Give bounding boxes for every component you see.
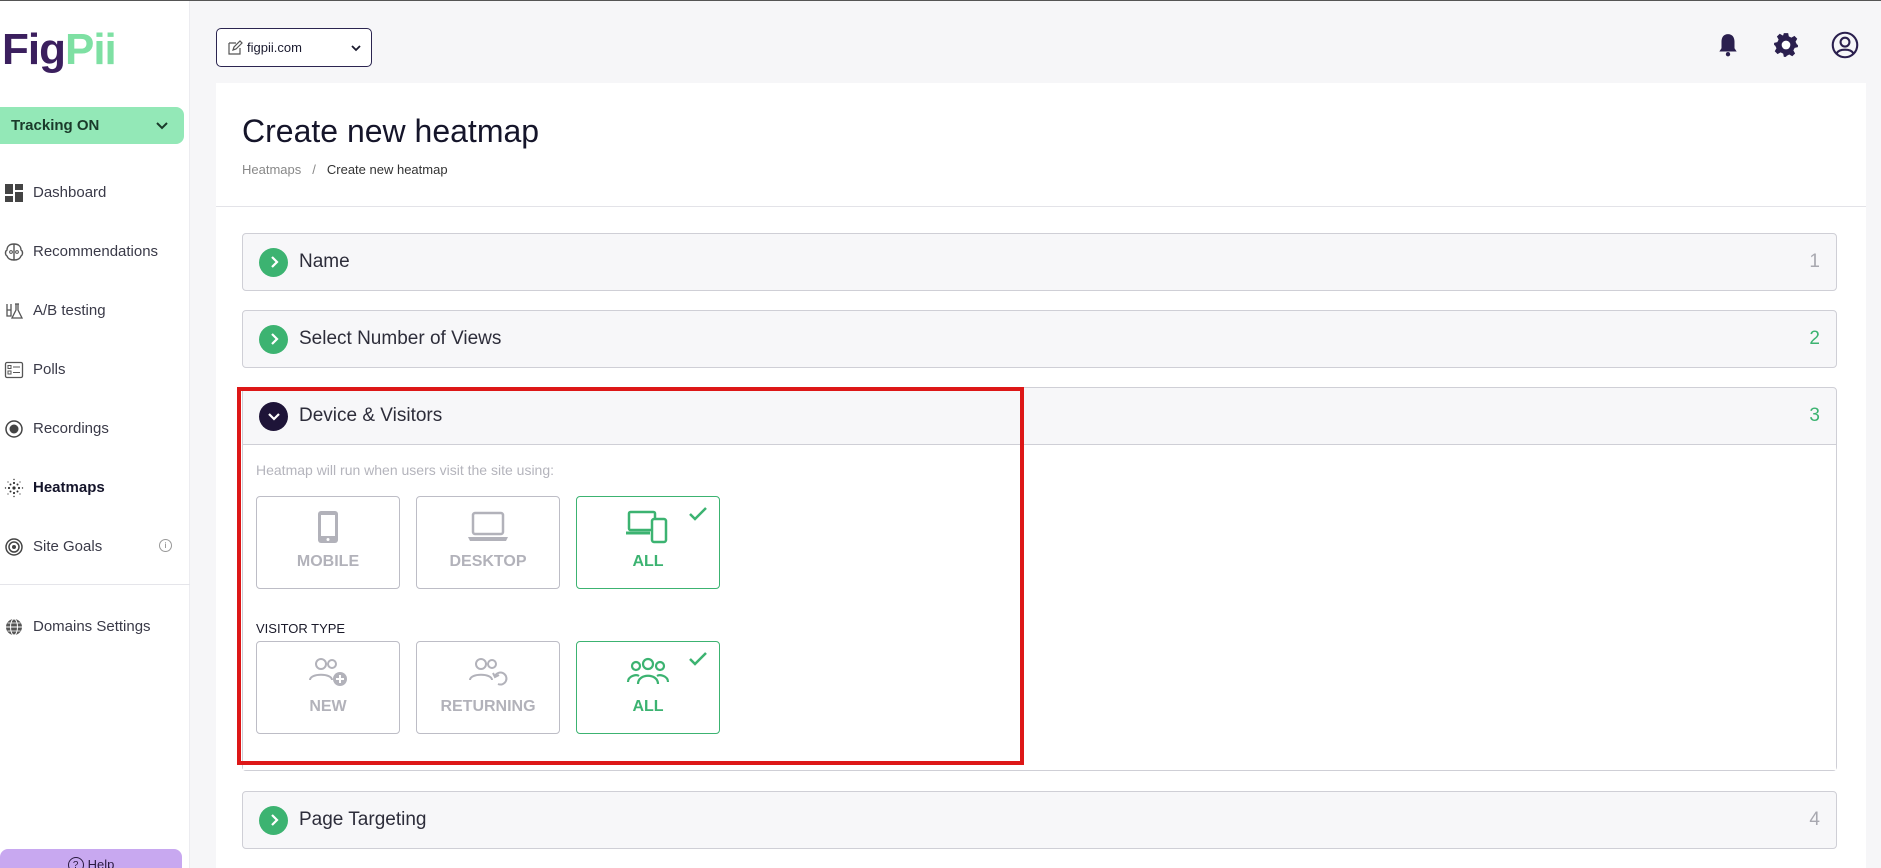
domain-value: figpii.com bbox=[247, 40, 302, 55]
breadcrumb: Heatmaps / Create new heatmap bbox=[242, 162, 448, 177]
sidebar-item-label: A/B testing bbox=[33, 302, 106, 319]
sidebar-nav: Dashboard Recommendations A/B testing Po… bbox=[0, 163, 190, 576]
section-title: Select Number of Views bbox=[299, 328, 502, 349]
sidebar-domains: Domains Settings bbox=[0, 597, 190, 656]
section-device-body: Heatmap will run when users visit the si… bbox=[243, 444, 1836, 770]
visitor-option-returning[interactable]: RETURNING bbox=[416, 641, 560, 734]
option-label: RETURNING bbox=[440, 698, 536, 715]
section-device-visitors: Device & Visitors 3 Heatmap will run whe… bbox=[242, 387, 1837, 771]
chevron-down-icon bbox=[156, 122, 168, 130]
option-label: ALL bbox=[632, 698, 664, 715]
section-targeting-header[interactable]: Page Targeting 4 bbox=[243, 792, 1836, 848]
section-device-header[interactable]: Device & Visitors 3 bbox=[243, 388, 1836, 444]
flask-icon bbox=[4, 301, 24, 321]
target-icon bbox=[4, 537, 24, 557]
section-title: Device & Visitors bbox=[299, 405, 443, 426]
notification-bell-icon[interactable] bbox=[1712, 29, 1744, 61]
brain-icon bbox=[4, 242, 24, 262]
tracking-label: Tracking ON bbox=[11, 117, 100, 134]
sidebar-item-label: Heatmaps bbox=[33, 479, 105, 496]
sidebar-item-dashboard[interactable]: Dashboard bbox=[0, 163, 190, 222]
sidebar-item-label: Dashboard bbox=[33, 184, 107, 201]
chevron-down-icon bbox=[259, 401, 288, 431]
group-users-icon bbox=[626, 654, 670, 690]
user-avatar-icon[interactable] bbox=[1829, 29, 1861, 61]
section-views: Select Number of Views 2 bbox=[242, 310, 1837, 368]
mobile-icon bbox=[316, 509, 340, 545]
section-views-header[interactable]: Select Number of Views 2 bbox=[243, 311, 1836, 367]
sidebar-item-recordings[interactable]: Recordings bbox=[0, 399, 190, 458]
heatmap-icon bbox=[4, 478, 24, 498]
header-divider bbox=[216, 206, 1866, 207]
gear-icon[interactable] bbox=[1770, 29, 1802, 61]
globe-icon bbox=[4, 617, 24, 637]
section-page-targeting: Page Targeting 4 bbox=[242, 791, 1837, 849]
sidebar: FigPii Tracking ON Dashboard Recommendat… bbox=[0, 1, 190, 868]
new-users-icon bbox=[307, 654, 349, 690]
sidebar-item-domains-settings[interactable]: Domains Settings bbox=[0, 597, 190, 656]
section-title: Name bbox=[299, 251, 350, 272]
chevron-down-icon bbox=[351, 45, 361, 52]
poll-icon bbox=[4, 360, 24, 380]
device-hint: Heatmap will run when users visit the si… bbox=[256, 462, 555, 478]
section-title: Page Targeting bbox=[299, 809, 427, 830]
checkmark-icon bbox=[689, 507, 707, 521]
device-option-desktop[interactable]: DESKTOP bbox=[416, 496, 560, 589]
option-label: NEW bbox=[309, 698, 347, 715]
visitor-type-label: VISITOR TYPE bbox=[256, 621, 346, 636]
option-label: DESKTOP bbox=[449, 553, 527, 570]
devices-icon bbox=[626, 509, 670, 545]
sidebar-item-label: Polls bbox=[33, 361, 66, 378]
page-title: Create new heatmap bbox=[242, 113, 540, 149]
chevron-right-icon bbox=[259, 324, 288, 354]
figpii-logo[interactable]: FigPii bbox=[2, 25, 117, 75]
sidebar-item-heatmaps[interactable]: Heatmaps bbox=[0, 458, 190, 517]
section-name-header[interactable]: Name 1 bbox=[243, 234, 1836, 290]
help-button[interactable]: ? Help bbox=[0, 849, 182, 868]
sidebar-item-ab-testing[interactable]: A/B testing bbox=[0, 281, 190, 340]
chevron-right-icon bbox=[259, 805, 288, 835]
sidebar-item-label: Recommendations bbox=[33, 243, 159, 260]
section-number: 3 bbox=[1809, 405, 1820, 426]
option-label: MOBILE bbox=[296, 553, 360, 570]
section-number: 2 bbox=[1809, 328, 1820, 349]
breadcrumb-separator: / bbox=[312, 162, 316, 177]
returning-users-icon bbox=[467, 654, 509, 690]
tracking-toggle[interactable]: Tracking ON bbox=[0, 107, 184, 144]
sidebar-item-site-goals[interactable]: Site Goals i bbox=[0, 517, 190, 576]
checkmark-icon bbox=[689, 652, 707, 666]
laptop-icon bbox=[466, 509, 510, 545]
edit-icon bbox=[228, 39, 243, 55]
sidebar-item-polls[interactable]: Polls bbox=[0, 340, 190, 399]
breadcrumb-heatmaps[interactable]: Heatmaps bbox=[242, 162, 301, 177]
device-option-mobile[interactable]: MOBILE bbox=[256, 496, 400, 589]
domain-select[interactable]: figpii.com bbox=[216, 28, 372, 67]
sidebar-item-label: Site Goals bbox=[33, 538, 103, 555]
sidebar-item-label: Recordings bbox=[33, 420, 109, 437]
breadcrumb-current: Create new heatmap bbox=[326, 162, 448, 177]
device-option-all[interactable]: ALL bbox=[576, 496, 720, 589]
sidebar-divider bbox=[0, 584, 190, 585]
dashboard-icon bbox=[4, 183, 24, 203]
info-icon[interactable]: i bbox=[159, 539, 172, 552]
section-number: 1 bbox=[1809, 251, 1820, 272]
visitor-option-new[interactable]: NEW bbox=[256, 641, 400, 734]
chevron-right-icon bbox=[259, 247, 288, 277]
visitor-option-all[interactable]: ALL bbox=[576, 641, 720, 734]
sidebar-item-label: Domains Settings bbox=[33, 618, 151, 635]
help-label: Help bbox=[87, 857, 115, 868]
section-name: Name 1 bbox=[242, 233, 1837, 291]
option-label: ALL bbox=[632, 553, 664, 570]
section-number: 4 bbox=[1809, 809, 1820, 830]
question-icon: ? bbox=[67, 857, 84, 868]
record-icon bbox=[4, 419, 24, 439]
sidebar-item-recommendations[interactable]: Recommendations bbox=[0, 222, 190, 281]
main-card: Create new heatmap Heatmaps / Create new h… bbox=[216, 83, 1866, 868]
